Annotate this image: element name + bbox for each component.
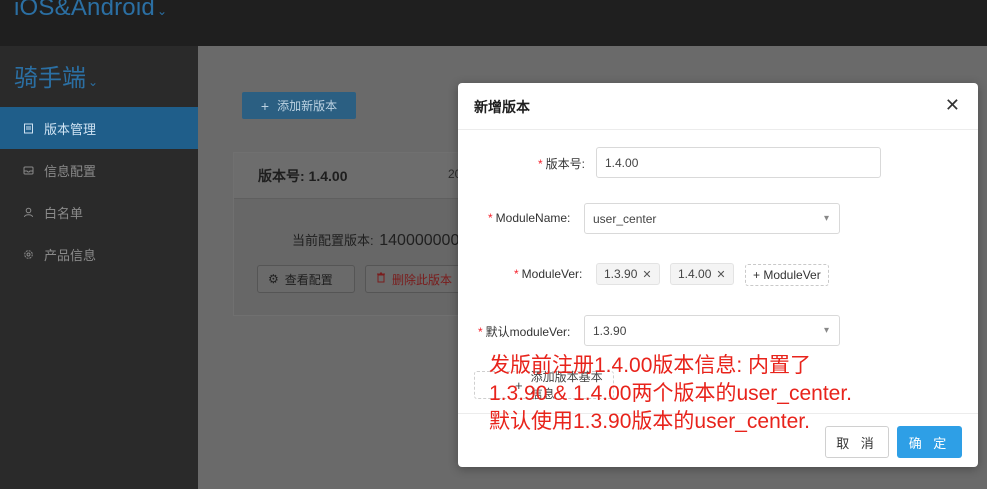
module-ver-tag-label: 1.4.00 (678, 267, 712, 281)
module-ver-field-label: * ModuleVer: (514, 267, 582, 281)
annotation-text: 发版前注册1.4.00版本信息: 内置了 1.3.90 & 1.4.00两个版本… (489, 352, 852, 436)
add-module-ver-label: + ModuleVer (753, 268, 821, 282)
version-label-text: 版本号: (545, 157, 586, 171)
platform-label: iOS&Android (14, 0, 155, 21)
ok-button[interactable]: 确 定 (897, 426, 962, 458)
inbox-icon (22, 164, 34, 176)
module-name-value: user_center (593, 211, 657, 226)
close-icon[interactable]: ✕ (945, 95, 960, 116)
chevron-down-icon: ▾ (823, 325, 829, 336)
delete-version-button[interactable]: 删除此版本 (365, 265, 463, 293)
current-config-label: 当前配置版本: (292, 233, 374, 248)
chevron-down-icon: ⌄ (88, 75, 99, 89)
module-ver-tag-label: 1.3.90 (604, 267, 638, 281)
required-marker: * (478, 325, 483, 339)
default-module-ver-field-label: * 默认moduleVer: (478, 323, 570, 340)
version-input[interactable]: 1.4.00 (596, 147, 881, 178)
annotation-line: 发版前注册1.4.00版本信息: 内置了 (489, 354, 812, 377)
document-icon (22, 122, 34, 134)
plus-icon: + (260, 97, 270, 114)
delete-version-label: 删除此版本 (392, 272, 453, 287)
chevron-down-icon: ⌄ (156, 4, 168, 18)
current-config-row: 当前配置版本: 140000000 (292, 230, 459, 250)
module-name-field-label: * ModuleName: (488, 211, 570, 225)
version-card-title: 版本号: 1.4.00 (234, 153, 472, 199)
view-config-label: 查看配置 (284, 272, 333, 287)
module-ver-tag: 1.4.00 ✕ (670, 263, 734, 285)
required-marker: * (488, 211, 493, 225)
default-module-ver-select[interactable]: 1.3.90 ▾ (584, 315, 840, 346)
gear-icon: ⚙ (268, 272, 279, 286)
chevron-down-icon: ▾ (823, 213, 829, 224)
sidebar: 骑手端 ⌄ 版本管理 信息配置 白名单 产品信息 (0, 46, 198, 489)
current-config-value: 140000000 (379, 232, 460, 249)
sidebar-item-label: 白名单 (44, 205, 84, 221)
required-marker: * (538, 157, 543, 171)
gear-icon (22, 248, 34, 260)
top-bar: iOS&Android ⌄ (0, 0, 987, 46)
modal-title: 新增版本 (474, 99, 530, 115)
user-icon (22, 206, 34, 218)
default-module-ver-value: 1.3.90 (593, 323, 627, 338)
add-version-label: 添加新版本 (277, 99, 338, 113)
annotation-line: 1.3.90 & 1.4.00两个版本的user_center. (489, 382, 853, 405)
sidebar-item-label: 版本管理 (44, 121, 97, 137)
platform-switcher[interactable]: iOS&Android ⌄ (14, 0, 167, 22)
version-input-value: 1.4.00 (605, 155, 639, 170)
annotation-line: 默认使用1.3.90版本的user_center. (489, 410, 810, 433)
version-card: 版本号: 1.4.00 20 当前配置版本: 140000000 ⚙ 查看配置 … (233, 152, 473, 316)
sidebar-item-label: 产品信息 (44, 247, 97, 263)
view-config-button[interactable]: ⚙ 查看配置 (257, 265, 355, 293)
module-ver-label-text: ModuleVer: (521, 267, 583, 281)
sidebar-item-whitelist[interactable]: 白名单 (0, 191, 198, 233)
default-module-ver-label-text: 默认moduleVer: (485, 325, 571, 339)
trash-icon (376, 272, 386, 286)
close-icon[interactable]: ✕ (716, 268, 725, 281)
sidebar-item-product-info[interactable]: 产品信息 (0, 233, 198, 275)
version-field-label: * 版本号: (538, 155, 585, 172)
ok-label: 确 定 (908, 435, 951, 451)
sidebar-menu: 版本管理 信息配置 白名单 产品信息 (0, 107, 198, 275)
module-ver-tag: 1.3.90 ✕ (596, 263, 660, 285)
add-version-button[interactable]: + 添加新版本 (242, 92, 356, 119)
app-switcher[interactable]: 骑手端 ⌄ (14, 58, 98, 93)
close-icon[interactable]: ✕ (642, 268, 651, 281)
add-module-ver-button[interactable]: + ModuleVer (745, 264, 829, 286)
modal-header-divider (458, 129, 978, 130)
module-name-label-text: ModuleName: (495, 211, 571, 225)
sidebar-item-version-management[interactable]: 版本管理 (0, 107, 198, 149)
sidebar-item-label: 信息配置 (44, 163, 97, 179)
module-name-select[interactable]: user_center ▾ (584, 203, 840, 234)
app-title: 骑手端 (14, 65, 86, 92)
sidebar-item-info-config[interactable]: 信息配置 (0, 149, 198, 191)
required-marker: * (514, 267, 519, 281)
